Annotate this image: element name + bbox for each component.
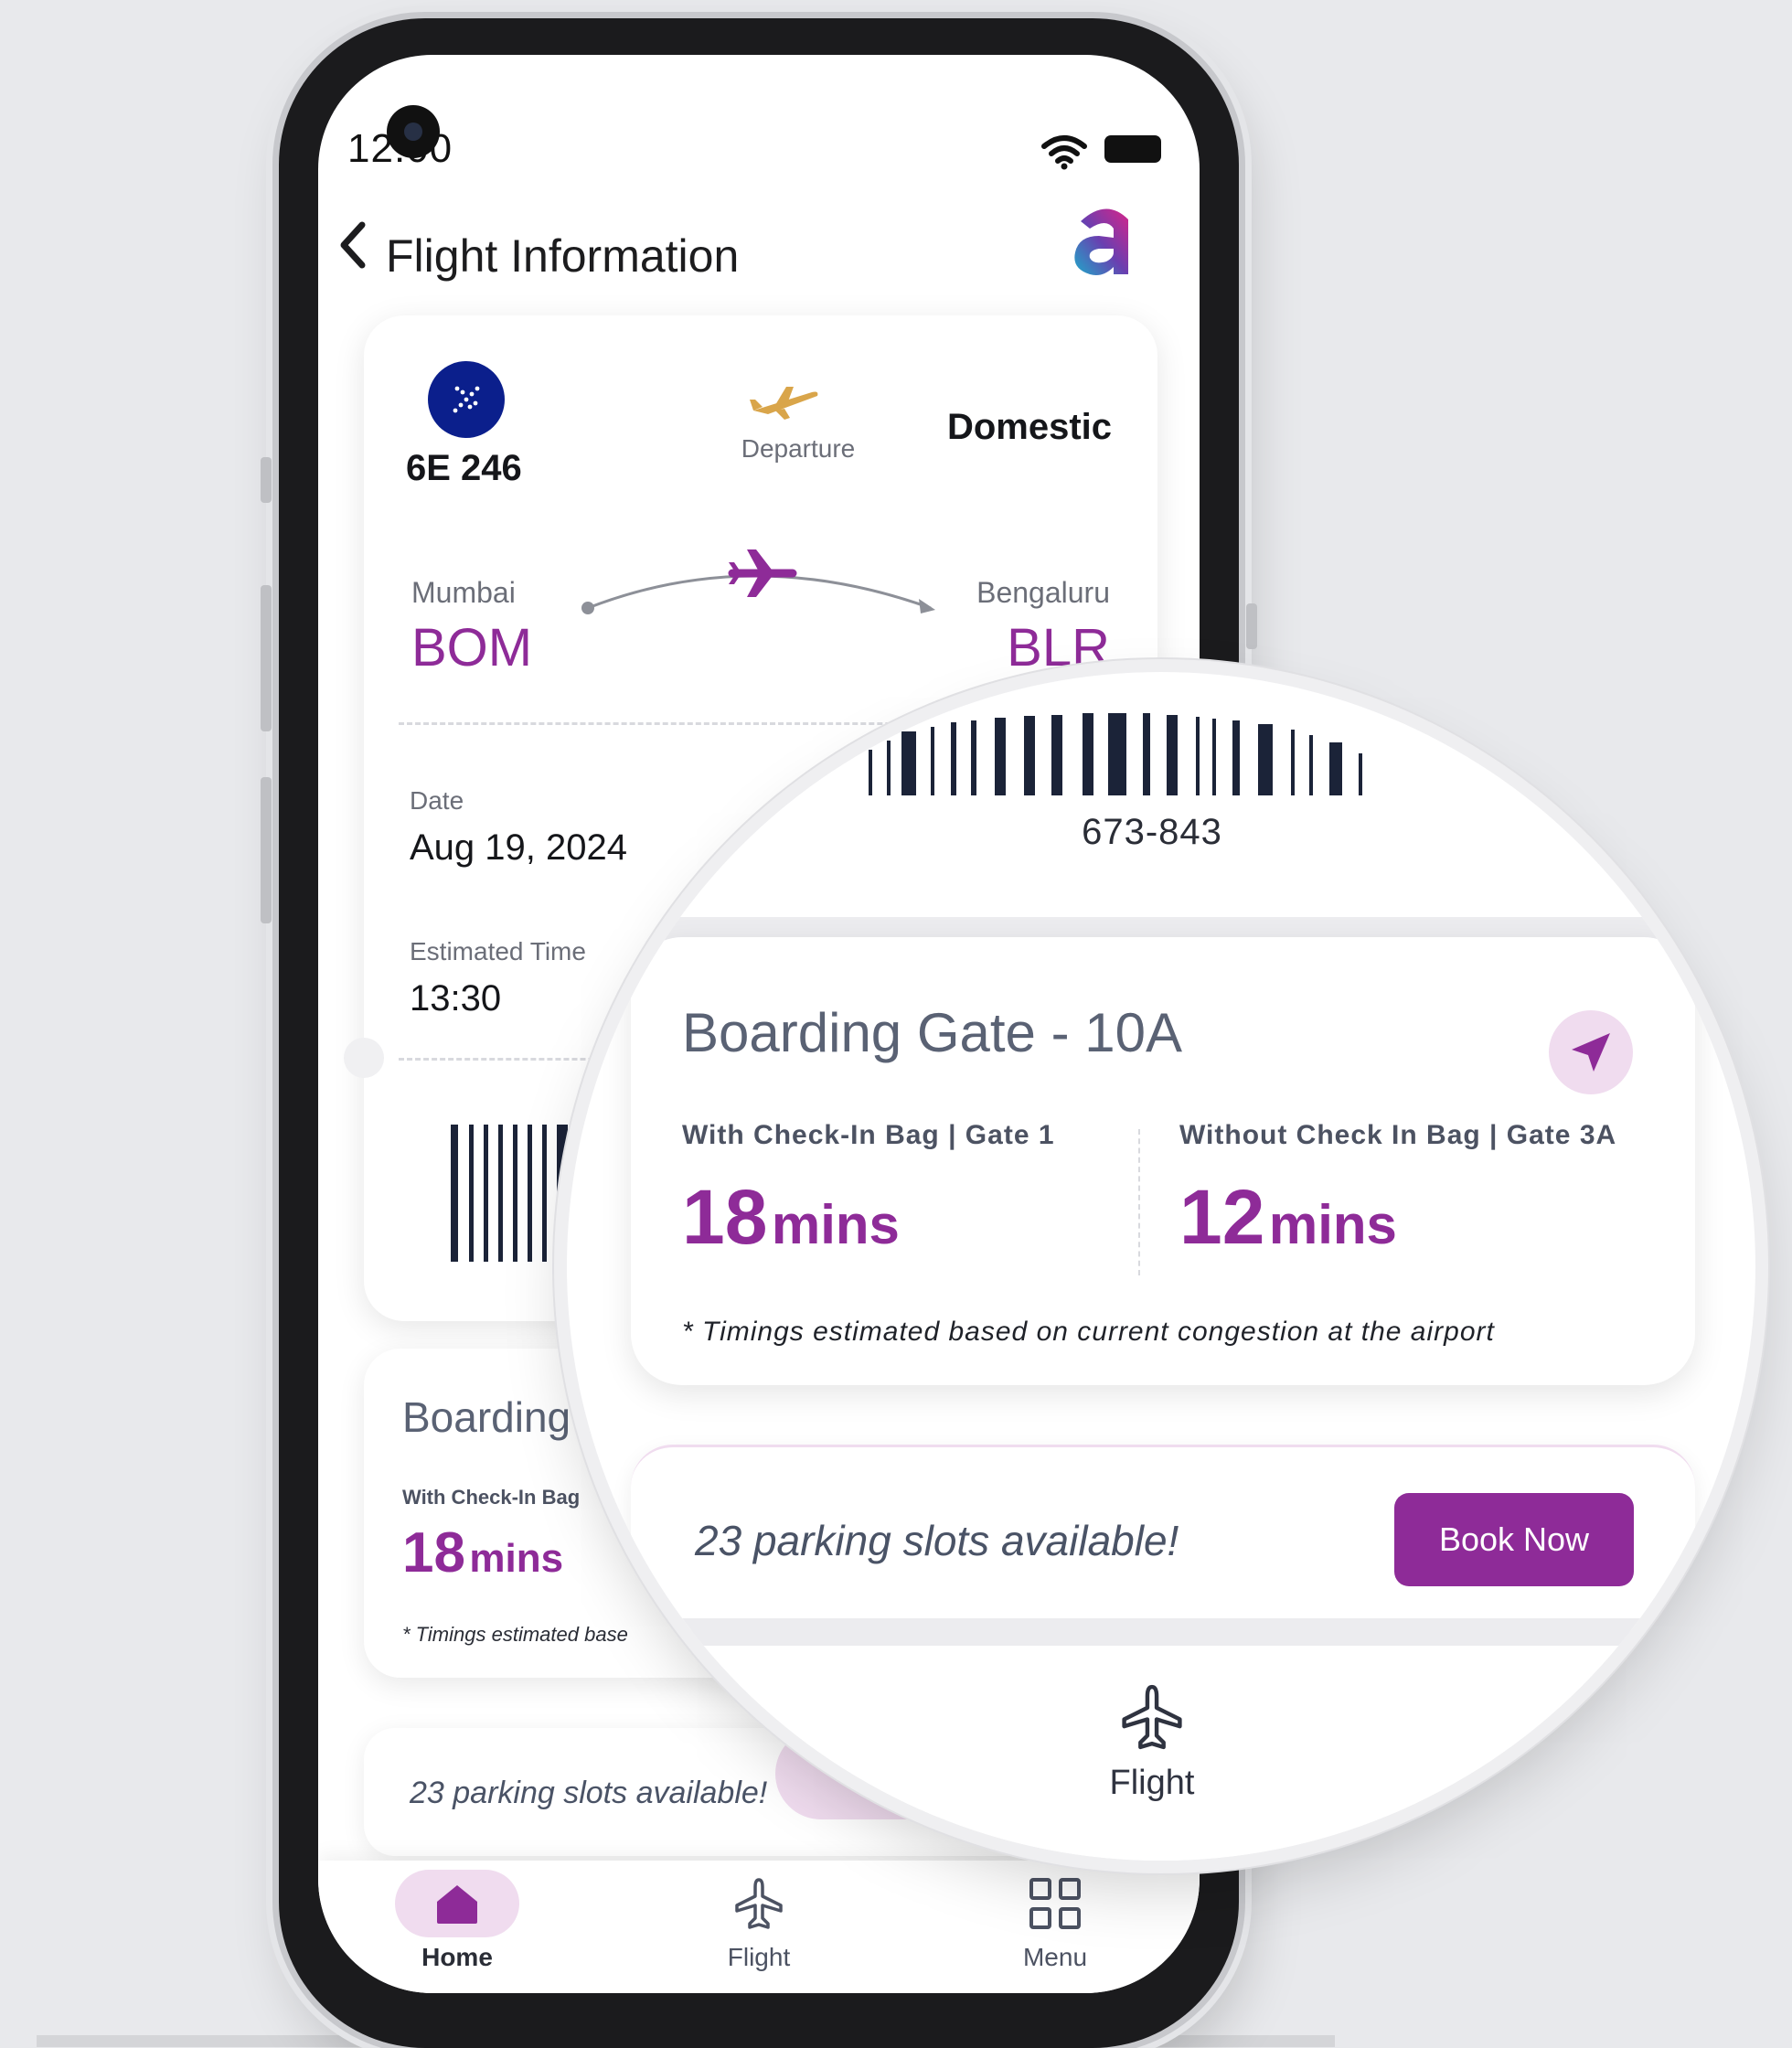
airline-logo-icon (428, 361, 505, 438)
ticket-barcode-zoomed (869, 713, 1362, 795)
flight-number: 6E 246 (406, 448, 522, 488)
origin-code: BOM (411, 618, 533, 677)
with-bag-label: With Check-In Bag | Gate 1 (682, 1120, 1055, 1150)
route-arc (581, 549, 935, 614)
ticket-notch (344, 1038, 384, 1078)
volume-up-button (261, 585, 272, 731)
departure-plane-icon (750, 387, 818, 420)
navigate-button[interactable] (1549, 1010, 1633, 1094)
nav-menu-label: Menu (1022, 1943, 1088, 1971)
stage: 12:00 Flight Information (0, 0, 1792, 2048)
magnifier-zoom: 673-843 Boarding Gate - 10A With Check-I… (567, 672, 1755, 1861)
plane-icon (735, 1878, 783, 1929)
nav-home-label: Home (421, 1943, 493, 1971)
without-bag-label: Without Check In Bag | Gate 3A (1179, 1120, 1617, 1150)
nav-flight-label-zoomed: Flight (1109, 1764, 1195, 1802)
bottom-nav-zoomed: Flight (567, 1646, 1755, 1861)
camera-icon (387, 105, 440, 158)
with-bag-time-short: 18 mins (402, 1520, 563, 1585)
nav-home[interactable]: Home (366, 1870, 549, 1972)
destination-city: Bengaluru (976, 576, 1110, 609)
nav-home-pill (395, 1870, 519, 1937)
without-bag-minutes: 12 (1179, 1174, 1265, 1260)
side-button (261, 457, 272, 503)
section-gap-2 (567, 1618, 1755, 1646)
without-bag-unit: mins (1268, 1194, 1397, 1255)
plane-icon (1122, 1684, 1182, 1750)
app-logo-icon (1074, 208, 1128, 275)
flight-type: Domestic (946, 407, 1112, 447)
back-chevron-icon[interactable] (331, 218, 377, 272)
destination-code: BLR (1007, 618, 1110, 677)
boarding-title-short: Boarding (402, 1393, 571, 1441)
with-bag-label-short: With Check-In Bag (402, 1486, 581, 1509)
parking-slots-text-zoomed: 23 parking slots available! (695, 1517, 1179, 1564)
battery-icon (1104, 135, 1161, 163)
boarding-gate-title: Boarding Gate - 10A (682, 1002, 1183, 1063)
nav-flight-zoomed[interactable]: Flight (1079, 1682, 1225, 1803)
bottom-nav: Home Flight Menu (318, 1861, 1200, 1993)
direction-label: Departure (741, 434, 856, 463)
without-bag-time: 12 mins (1179, 1173, 1397, 1262)
boarding-card-zoomed: Boarding Gate - 10A With Check-In Bag | … (631, 937, 1695, 1385)
gate-divider (1138, 1129, 1140, 1275)
nav-menu[interactable]: Menu (964, 1870, 1147, 1972)
date-label: Date (410, 786, 464, 815)
timing-note: * Timings estimated based on current con… (682, 1317, 1495, 1347)
wifi-icon (1041, 135, 1087, 170)
book-now-button[interactable]: Book Now (1394, 1493, 1634, 1586)
with-bag-minutes: 18 (682, 1174, 768, 1260)
grid-icon (1029, 1878, 1081, 1929)
with-bag-unit-short: mins (469, 1536, 564, 1581)
estimated-time-value: 13:30 (410, 978, 502, 1019)
ticket-number: 673-843 (1082, 812, 1222, 852)
date-value: Aug 19, 2024 (410, 827, 627, 868)
page-title: Flight Information (386, 230, 740, 282)
origin-city: Mumbai (411, 576, 516, 609)
estimated-time-label: Estimated Time (410, 937, 586, 965)
power-button (1246, 603, 1257, 649)
with-bag-time: 18 mins (682, 1173, 900, 1262)
route-plane-icon (728, 549, 797, 597)
home-icon (437, 1885, 477, 1924)
nav-flight-label: Flight (727, 1943, 791, 1971)
volume-down-button (261, 777, 272, 923)
parking-card-zoomed: 23 parking slots available! Book Now (631, 1445, 1695, 1630)
with-bag-minutes-short: 18 (402, 1521, 465, 1584)
navigation-arrow-icon (1572, 1033, 1610, 1072)
nav-flight[interactable]: Flight (667, 1870, 850, 1972)
with-bag-unit: mins (771, 1194, 900, 1255)
